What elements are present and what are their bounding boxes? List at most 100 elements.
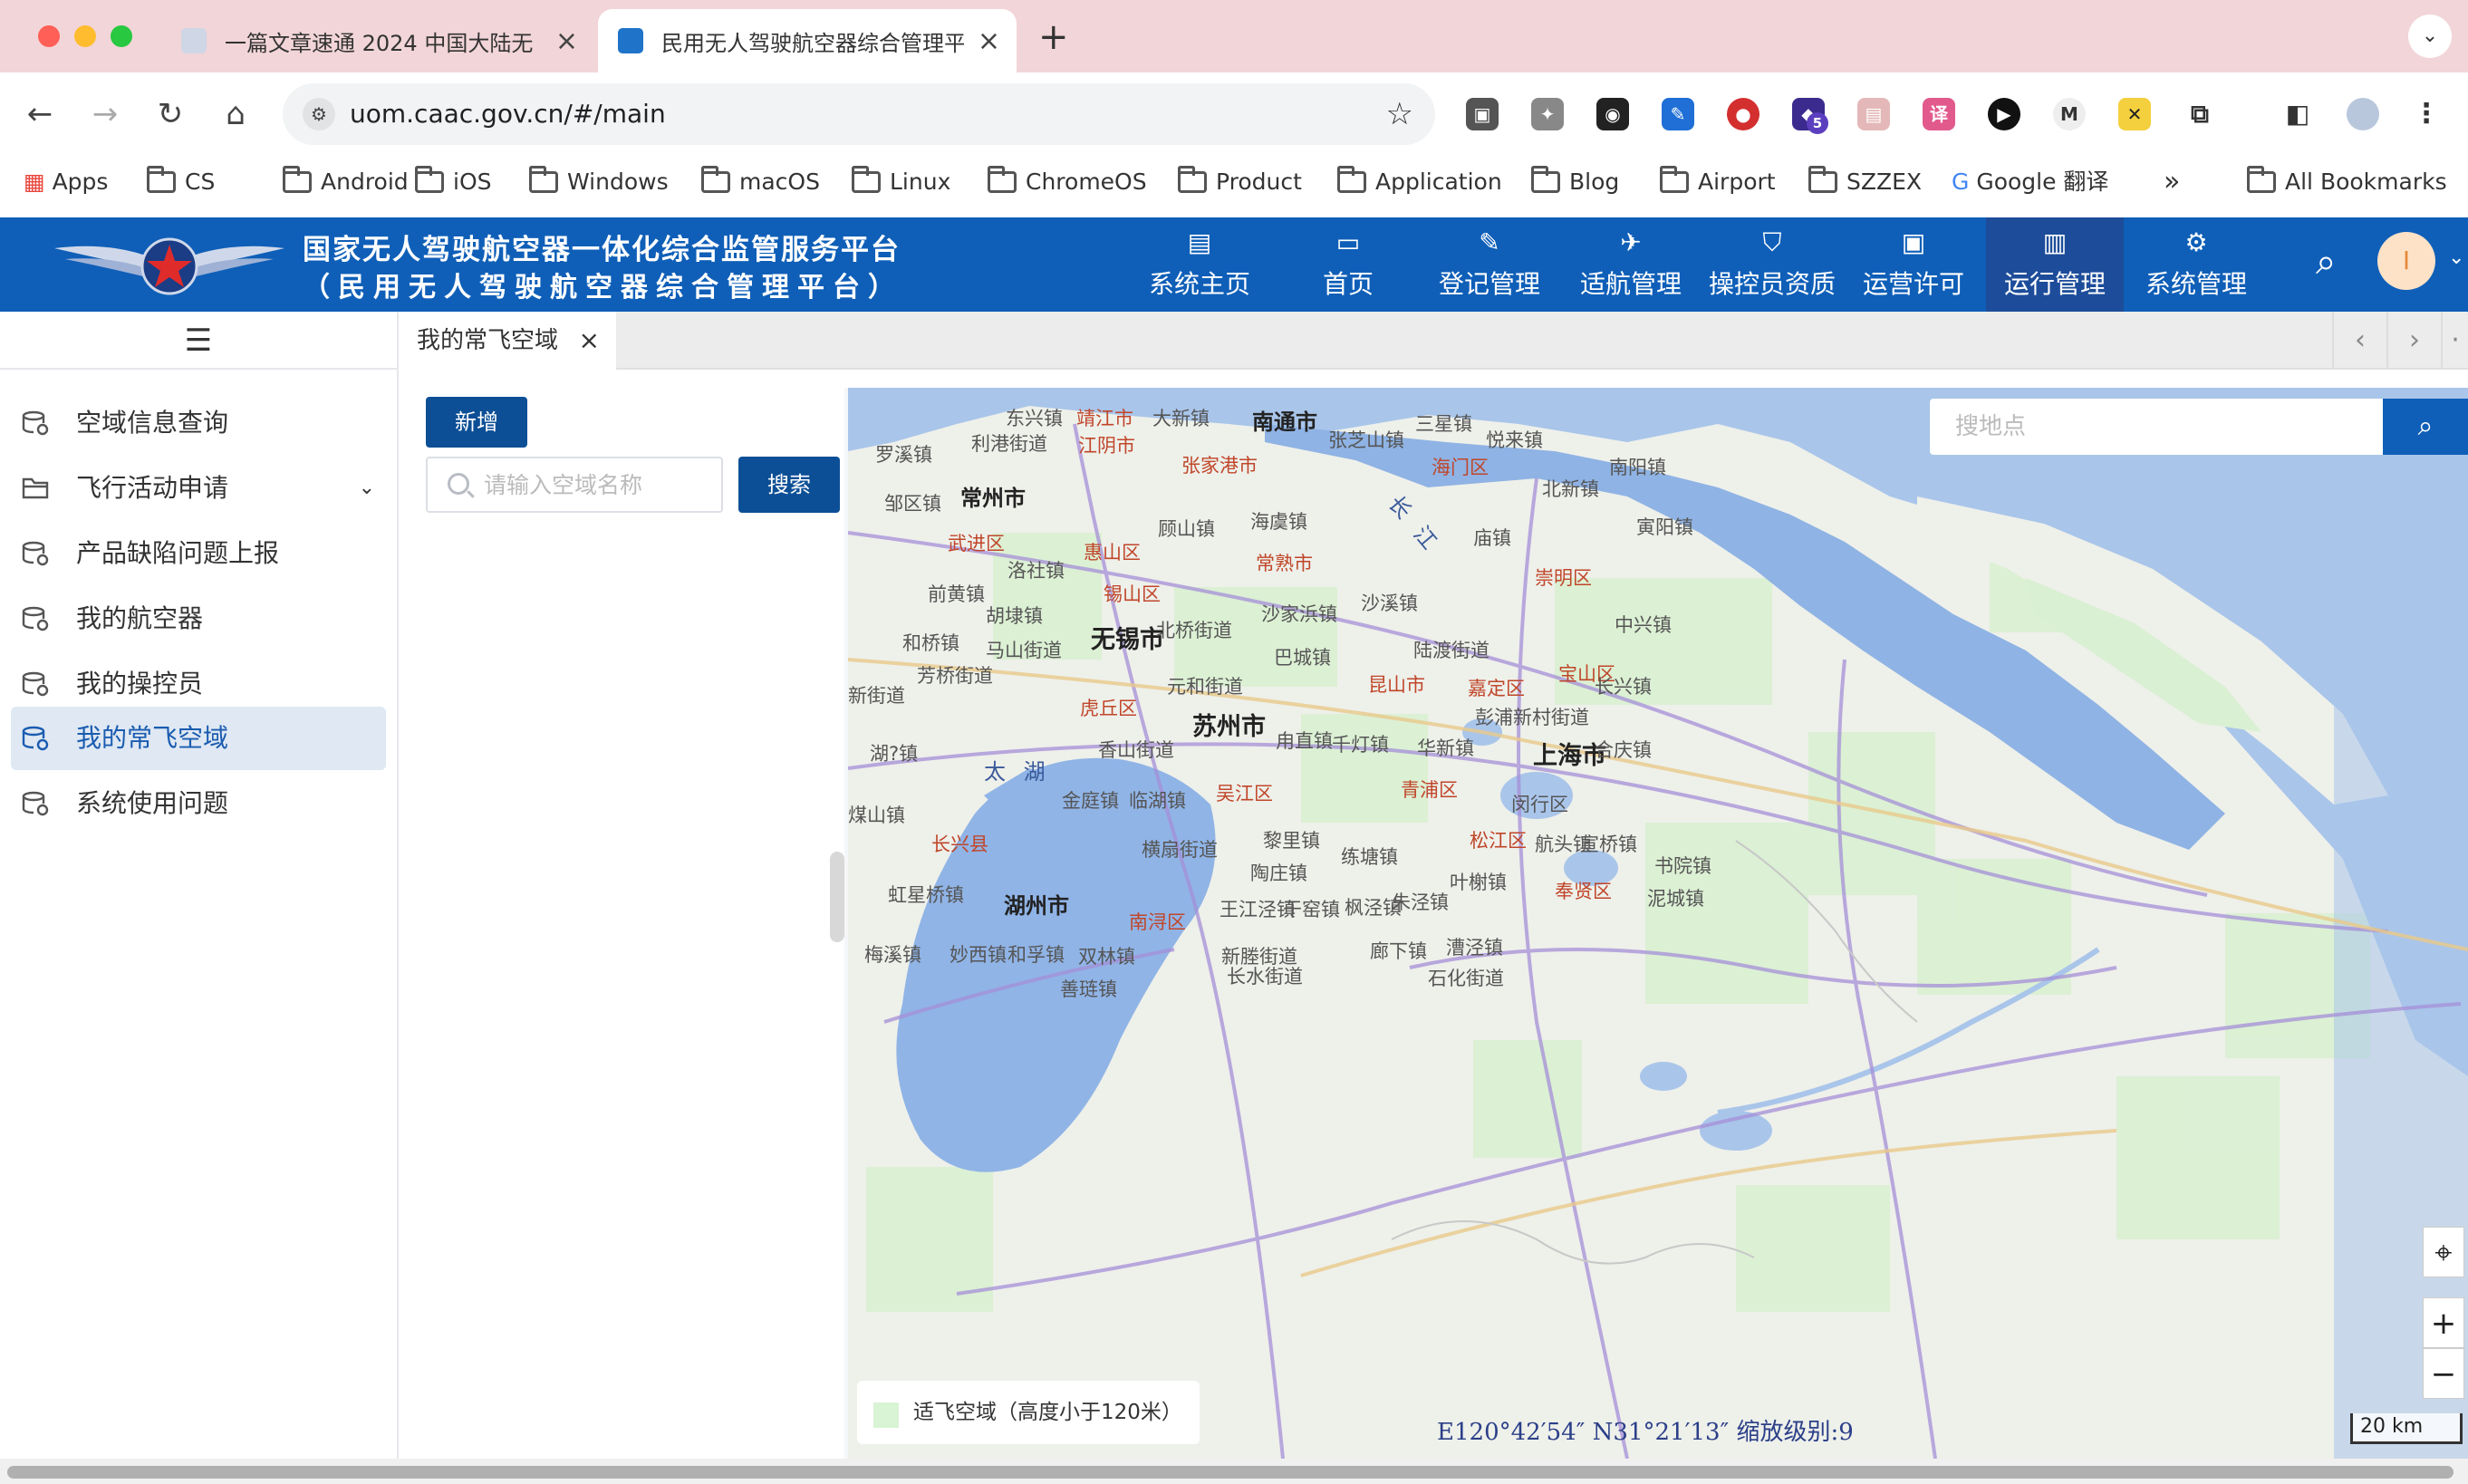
tab-scroll-left-icon[interactable]: ‹ [2332,312,2386,370]
minimize-window-button[interactable] [74,25,96,47]
hamburger-menu-icon[interactable]: ☰ [0,312,397,370]
reload-icon[interactable]: ↻ [147,91,194,138]
bookmark-folder[interactable]: macOS [701,156,820,208]
home-icon[interactable]: ⌂ [212,91,259,138]
map-label: 黎里镇 [1263,830,1320,852]
zoom-out-button[interactable]: − [2423,1348,2464,1399]
zoom-window-button[interactable] [111,25,132,47]
sidebar-item-defect-report[interactable]: 产品缺陷问题上报 [11,522,386,585]
map-label: 邹区镇 [884,493,941,515]
extension-icon[interactable]: ▤ [1857,98,1890,130]
bookmark-folder[interactable]: Application [1337,156,1502,208]
map-label: 松江区 [1470,830,1527,852]
nav-airworthiness[interactable]: ✈ 适航管理 [1562,217,1700,312]
map-label: 靖江市 [1076,408,1133,429]
chevron-down-icon[interactable]: ⌄ [2448,246,2464,269]
bookmark-folder[interactable]: CS [147,156,215,208]
close-tab-icon[interactable]: × [978,25,1000,57]
nav-registration[interactable]: ✎ 登记管理 [1421,217,1558,312]
extension-icon[interactable]: ✕ [2118,98,2151,130]
bookmark-folder[interactable]: Product [1178,156,1302,208]
sidebar-item-system-usage-issues[interactable]: 系统使用问题 [11,772,386,835]
site-info-icon[interactable]: ⚙ [303,98,335,130]
bookmark-folder[interactable]: iOS [415,156,492,208]
horizontal-scrollbar[interactable] [0,1459,2468,1484]
bookmark-google-translate[interactable]: G Google 翻译 [1952,156,2108,208]
browser-menu-icon[interactable]: ⋮ [2410,98,2443,130]
nav-home[interactable]: ▭ 首页 [1279,217,1417,312]
nav-system-home[interactable]: ▤ 系统主页 [1131,217,1268,312]
browser-tab[interactable]: 一篇文章速通 2024 中国大陆无人机法规 × [161,9,594,72]
sidebar-item-airspace-query[interactable]: 空域信息查询 [11,391,386,455]
picture-in-picture-icon[interactable]: ▣ [1466,98,1499,130]
extension-icon[interactable]: ▶ [1988,98,2020,130]
profile-avatar-icon[interactable] [2347,98,2379,130]
airspace-search-field[interactable] [426,457,723,513]
extension-icon[interactable]: ✎ [1662,98,1694,130]
map-label: 合庆镇 [1595,739,1652,761]
back-arrow-icon[interactable]: ← [16,91,63,138]
scrollbar-thumb[interactable] [7,1466,2454,1479]
nav-operation-license[interactable]: ▣ 运营许可 [1845,217,1982,312]
map-place-search[interactable] [1930,399,2383,455]
translate-extension-icon[interactable]: 译 [1923,98,1955,130]
sidebar-item-my-frequent-airspace[interactable]: 我的常飞空域 [11,707,386,770]
page-tab-frequent-airspace[interactable]: 我的常飞空域 × [399,312,616,370]
bookmark-folder[interactable]: SZZEX [1808,156,1922,208]
bookmark-apps[interactable]: ▦ Apps [24,156,108,208]
new-tab-icon[interactable]: + [1038,16,1069,58]
locate-crosshair-icon[interactable]: ⌖ [2423,1227,2464,1277]
browser-tab-active[interactable]: 民用无人驾驶航空器综合管理平台 × [598,9,1017,72]
database-icon [22,791,49,816]
close-tab-icon[interactable]: × [555,25,578,57]
tab-scroll-right-icon[interactable]: › [2386,312,2441,370]
close-icon[interactable]: × [579,312,600,370]
address-bar[interactable]: ⚙ uom.caac.gov.cn/#/main ☆ [283,83,1435,145]
chevron-down-icon[interactable]: ⌄ [359,457,375,520]
map-label: 妙西镇 [950,944,1007,966]
bookmark-folder[interactable]: Blog [1531,156,1619,208]
map-search-button[interactable]: ⌕ [2383,399,2468,455]
sidebar-item-flight-application[interactable]: 飞行活动申请 ⌄ [11,457,386,520]
search-icon: ⌕ [2417,410,2434,442]
nav-operation-management[interactable]: ▥ 运行管理 [1986,217,2124,312]
tab-more-icon[interactable]: · [2441,312,2468,370]
close-window-button[interactable] [38,25,60,47]
map-label: 罗溪镇 [875,444,932,466]
folder-icon [1337,166,1366,193]
bookmark-folder[interactable]: Airport [1660,156,1776,208]
forward-arrow-icon[interactable]: → [82,91,129,138]
nav-system-management[interactable]: ⚙ 系统管理 [2127,217,2265,312]
add-button[interactable]: 新增 [426,397,527,448]
nav-operator-qualification[interactable]: ⛉ 操控员资质 [1703,217,1841,312]
bookmark-star-icon[interactable]: ☆ [1386,83,1413,145]
airspace-map[interactable]: 南通市 常州市 无锡市 苏州市 上海市 湖州市 太 湖 长 江 靖江市 江阴市 … [848,388,2468,1459]
side-panel-icon[interactable]: ◧ [2281,98,2314,130]
map-label: 顾山镇 [1158,518,1215,540]
folder-icon [701,166,730,193]
user-avatar[interactable]: I [2377,232,2435,290]
all-bookmarks-folder[interactable]: All Bookmarks [2247,156,2447,208]
search-button[interactable]: 搜索 [738,457,840,513]
zoom-in-button[interactable]: + [2423,1297,2464,1348]
search-icon[interactable]: ⌕ [2316,241,2336,283]
bookmark-folder[interactable]: Android [283,156,409,208]
more-bookmarks-chevron-icon[interactable]: » [2164,156,2180,208]
tab-search-chevron-icon[interactable]: ⌄ [2408,14,2452,58]
bookmark-folder[interactable]: Linux [852,156,950,208]
extension-icon[interactable]: ● [1727,98,1759,130]
place-search-input[interactable] [1930,399,2356,455]
bookmark-folder[interactable]: ChromeOS [988,156,1147,208]
url-text[interactable]: uom.caac.gov.cn/#/main [350,83,666,145]
map-label: 吴江区 [1216,783,1273,805]
extension-icon[interactable]: ◉ [1596,98,1629,130]
extension-icon[interactable]: M [2053,98,2086,130]
bookmark-folder[interactable]: Windows [529,156,669,208]
panel-resize-handle[interactable] [830,852,844,942]
airspace-name-input[interactable] [484,458,710,511]
map-label: 惠山区 [1084,542,1141,564]
sidebar-item-my-aircraft[interactable]: 我的航空器 [11,587,386,650]
extensions-puzzle-icon[interactable]: ⧉ [2184,98,2216,130]
map-label: 前黄镇 [928,583,985,605]
extension-icon[interactable]: ✦ [1531,98,1564,130]
